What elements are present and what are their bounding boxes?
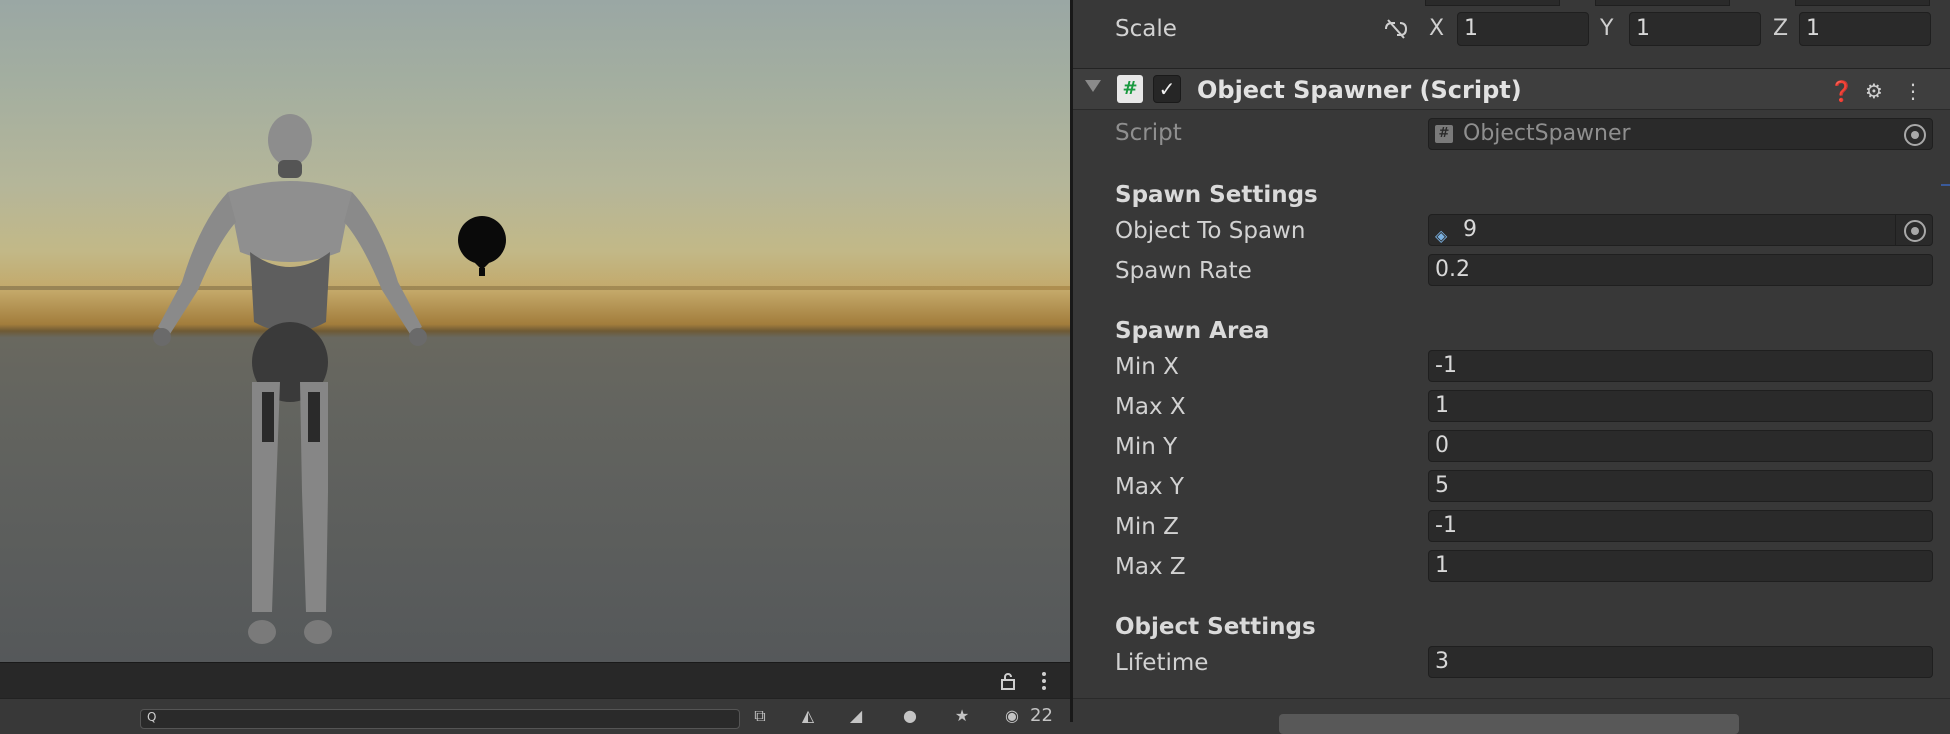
humanoid-robot-model[interactable] [140,112,450,652]
scene-toolbar [0,662,1070,698]
lifetime-label: Lifetime [1115,650,1209,676]
script-value: ObjectSpawner [1463,121,1631,146]
scene-view[interactable] [0,0,1070,662]
object-to-spawn-field[interactable]: ◈ 9 [1428,214,1933,246]
max-x-label: Max X [1115,394,1186,420]
spawn-rate-label: Spawn Rate [1115,258,1252,284]
spawn-rate-field[interactable]: 0.2 [1428,254,1933,286]
scale-y-label: Y [1600,16,1614,41]
scale-x-label: X [1429,16,1445,41]
object-settings-header: Object Settings [1115,614,1316,640]
scale-x-field[interactable]: 1 [1457,12,1589,46]
lock-icon[interactable] [998,671,1018,691]
scale-z-field[interactable]: 1 [1799,12,1931,46]
min-x-field[interactable]: -1 [1428,350,1933,382]
scale-label: Scale [1115,16,1177,42]
object-picker-icon[interactable] [1904,220,1926,242]
inspector-panel: Scale X 1 Y 1 Z 1 # ✓ Object Spawner (Sc… [1070,0,1950,734]
search-input[interactable]: Q [140,709,740,729]
object-to-spawn-label: Object To Spawn [1115,218,1306,244]
hidden-count: 22 [1030,705,1053,726]
help-icon[interactable]: ❓ [1829,79,1854,103]
add-component-button[interactable] [1279,714,1739,734]
component-title: Object Spawner (Script) [1197,76,1522,104]
script-field[interactable]: # ObjectSpawner [1428,118,1933,150]
scale-y-field[interactable]: 1 [1629,12,1761,46]
prefab-icon: ◈ [1435,226,1448,245]
edge-indicator [1941,184,1950,186]
balloon-object[interactable] [456,216,508,282]
picker-separator [1895,215,1896,245]
max-z-label: Max Z [1115,554,1186,580]
foldout-arrow-icon[interactable] [1085,80,1101,92]
min-y-field[interactable]: 0 [1428,430,1933,462]
min-z-field[interactable]: -1 [1428,510,1933,542]
scale-z-label: Z [1773,16,1789,41]
script-asset-icon: # [1435,125,1453,143]
object-to-spawn-value: 9 [1463,217,1477,242]
script-label: Script [1115,120,1182,146]
more-options-icon[interactable] [1036,671,1052,691]
spawn-settings-header: Spawn Settings [1115,182,1318,208]
max-y-label: Max Y [1115,474,1184,500]
presets-icon[interactable]: ⚙ [1865,79,1883,103]
project-toolbar: Q ⧉ ◭ ◢ ● ★ ◉ 22 [0,698,1070,729]
min-y-label: Min Y [1115,434,1178,460]
max-x-field[interactable]: 1 [1428,390,1933,422]
min-z-label: Min Z [1115,514,1179,540]
max-z-field[interactable]: 1 [1428,550,1933,582]
min-x-label: Min X [1115,354,1179,380]
section-divider [1073,698,1950,699]
component-header[interactable]: # ✓ Object Spawner (Script) ❓ ⚙ ⋮ [1073,68,1950,110]
lifetime-field[interactable]: 3 [1428,646,1933,678]
max-y-field[interactable]: 5 [1428,470,1933,502]
component-enabled-checkbox[interactable]: ✓ [1153,75,1181,103]
script-icon: # [1117,75,1143,103]
object-picker-icon[interactable] [1904,124,1926,146]
component-menu-icon[interactable]: ⋮ [1903,79,1923,103]
spawn-area-header: Spawn Area [1115,318,1270,344]
unlinked-scale-icon[interactable] [1383,18,1409,40]
